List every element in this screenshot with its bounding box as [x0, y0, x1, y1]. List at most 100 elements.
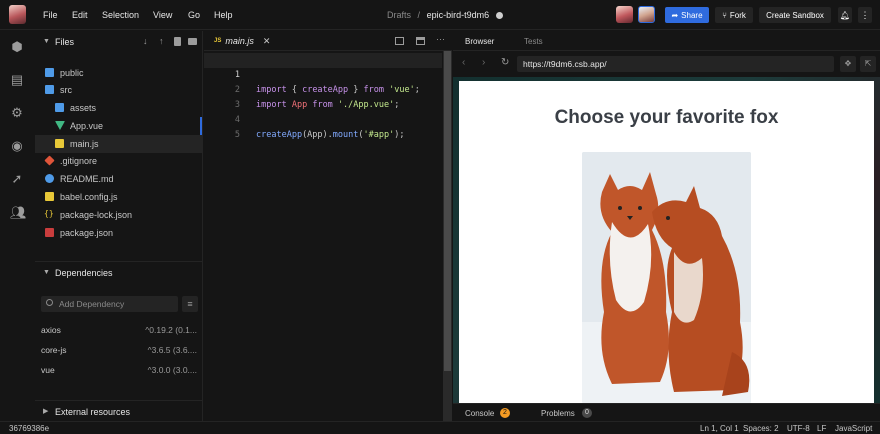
cursor-position[interactable]: Ln 1, Col 1 [700, 424, 739, 433]
add-dependency-placeholder: Add Dependency [59, 299, 125, 309]
tree-item-app-vue[interactable]: App.vue [35, 117, 202, 135]
scrollbar-thumb[interactable] [444, 51, 451, 371]
folder-icon [45, 68, 54, 77]
tree-item-public[interactable]: public [35, 64, 202, 82]
tree-item-label: babel.config.js [60, 192, 118, 202]
language-mode[interactable]: JavaScript [835, 424, 872, 433]
url-input[interactable]: https://t9dm6.csb.app/ [517, 56, 834, 72]
globe-icon[interactable] [495, 12, 503, 20]
dependency-version: ^0.19.2 (0.1... [145, 325, 197, 335]
cube-icon[interactable]: ⬢ [10, 40, 24, 54]
tree-item-babel-config[interactable]: babel.config.js [35, 188, 202, 206]
encoding[interactable]: UTF-8 [787, 424, 810, 433]
menu-edit[interactable]: Edit [72, 10, 88, 20]
devtools-icon[interactable]: ✥ [840, 56, 856, 72]
bell-icon: 🔔︎ [839, 10, 851, 20]
share-icon: ➦ [671, 10, 679, 20]
rocket-icon[interactable]: ➚ [10, 172, 24, 186]
files-header[interactable]: ▼ Files ↓ ↑ [35, 31, 203, 53]
code-editor: JS main.js ✕ ··· 1 import { createApp } … [204, 31, 452, 421]
notifications-button[interactable]: 🔔︎ [838, 7, 852, 23]
tree-item-label: public [60, 68, 84, 78]
more-menu-button[interactable]: ⋮ [858, 7, 872, 23]
code-line[interactable]: 4 createApp(App).mount('#app'); [204, 98, 442, 140]
breadcrumb-separator: / [417, 10, 421, 20]
dependency-name: vue [41, 365, 55, 375]
status-bar: 36769386e Ln 1, Col 1 Spaces: 2 UTF-8 LF… [0, 421, 880, 434]
open-new-window-icon[interactable]: ⇱ [860, 56, 876, 72]
tree-item-main-js[interactable]: main.js [35, 135, 202, 153]
split-view-icon[interactable] [395, 37, 404, 45]
github-icon[interactable]: ◉ [10, 139, 24, 153]
user-avatar[interactable] [9, 5, 26, 24]
code-line[interactable]: 1 import { createApp } from 'vue'; [204, 53, 442, 95]
menu-view[interactable]: View [153, 10, 172, 20]
new-file-down-icon[interactable]: ↓ [143, 36, 148, 46]
menu-file[interactable]: File [43, 10, 58, 20]
tab-label: main.js [225, 36, 254, 46]
dependency-version: ^3.0.0 (3.0.... [147, 365, 197, 375]
tab-main-js[interactable]: JS main.js ✕ [210, 31, 278, 51]
file-icon[interactable]: ▤ [10, 73, 24, 87]
tree-item-label: .gitignore [60, 156, 98, 166]
console-count-badge: 2 [500, 408, 510, 418]
refresh-icon[interactable]: ↻ [501, 57, 509, 68]
collaborator-avatar[interactable] [616, 6, 633, 23]
tab-browser[interactable]: Browser [465, 37, 494, 46]
add-dependency-input[interactable]: Add Dependency [41, 296, 178, 312]
collaborator-avatar[interactable] [638, 6, 655, 23]
code-line[interactable]: 2 import App from './App.vue'; [204, 68, 442, 110]
tree-item-src[interactable]: src [35, 81, 202, 99]
npm-file-icon [45, 228, 54, 237]
page-heading: Choose your favorite fox [554, 107, 779, 128]
tree-item-gitignore[interactable]: .gitignore [35, 152, 202, 170]
js-file-icon [55, 139, 64, 148]
tree-item-label: assets [70, 103, 97, 113]
indentation[interactable]: Spaces: 2 [743, 424, 779, 433]
editor-scrollbar[interactable] [443, 51, 452, 421]
breadcrumb-folder[interactable]: Drafts [387, 10, 411, 20]
new-folder-icon[interactable] [188, 38, 197, 45]
back-icon[interactable]: ‹ [462, 57, 465, 68]
users-icon[interactable]: 👥︎ [10, 206, 27, 220]
preview-frame[interactable]: Choose your favorite fox [459, 81, 874, 403]
code-line[interactable]: 3 [204, 83, 442, 110]
search-icon [46, 299, 53, 306]
share-button[interactable]: ➦ Share [665, 7, 709, 23]
sandbox-name[interactable]: epic-bird-t9dm6 [427, 10, 490, 20]
dependency-row[interactable]: vue ^3.0.0 (3.0.... [41, 365, 199, 381]
kebab-icon: ⋮ [860, 9, 870, 20]
menu-go[interactable]: Go [188, 10, 200, 20]
new-file-icon[interactable] [174, 37, 181, 46]
code-line[interactable]: 5 [204, 113, 442, 140]
tree-item-package-lock[interactable]: {} package-lock.json [35, 206, 202, 224]
line-ending[interactable]: LF [817, 424, 826, 433]
tree-item-label: App.vue [70, 121, 104, 131]
menu-help[interactable]: Help [214, 10, 233, 20]
dependencies-header[interactable]: ▼ Dependencies [35, 262, 203, 284]
js-file-icon [45, 192, 54, 201]
preview-layout-icon[interactable] [416, 37, 425, 45]
tree-item-package-json[interactable]: package.json [35, 224, 202, 242]
forward-icon[interactable]: › [482, 57, 485, 68]
more-icon[interactable]: ··· [436, 34, 445, 44]
fork-button[interactable]: ⑂ Fork [715, 7, 753, 23]
console-tab[interactable]: Console [465, 409, 494, 418]
menu-selection[interactable]: Selection [102, 10, 139, 20]
create-sandbox-button[interactable]: Create Sandbox [759, 7, 831, 23]
url-bar: ‹ › ↻ https://t9dm6.csb.app/ ✥ ⇱ [453, 53, 880, 75]
fork-label: Fork [729, 10, 746, 20]
problems-tab[interactable]: Problems [541, 409, 575, 418]
create-sandbox-label: Create Sandbox [766, 10, 824, 20]
chevron-down-icon: ▼ [43, 38, 50, 45]
list-icon[interactable]: ≡ [182, 296, 198, 312]
gear-icon[interactable]: ⚙ [10, 106, 24, 120]
dependency-row[interactable]: axios ^0.19.2 (0.1... [41, 325, 199, 341]
dependency-row[interactable]: core-js ^3.6.5 (3.6.... [41, 345, 199, 361]
close-icon[interactable]: ✕ [263, 36, 271, 47]
tab-tests[interactable]: Tests [524, 37, 543, 46]
upload-icon[interactable]: ↑ [159, 36, 164, 46]
tree-item-assets[interactable]: assets [35, 99, 202, 117]
external-resources-header[interactable]: ▶ External resources [35, 401, 203, 421]
tree-item-readme[interactable]: README.md [35, 170, 202, 188]
